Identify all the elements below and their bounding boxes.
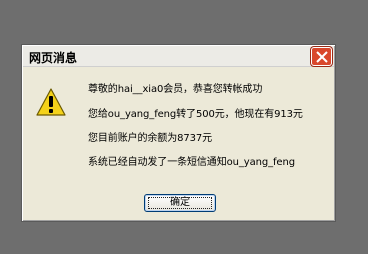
message-line-2: 您给ou_yang_feng转了500元，他现在有913元 bbox=[88, 109, 303, 120]
message-line-1: 尊敬的hai__xia0会员，恭喜您转帐成功 bbox=[88, 84, 263, 95]
message-line-3: 您目前账户的余额为8737元 bbox=[88, 133, 213, 144]
warning-icon bbox=[36, 88, 66, 116]
dialog-title: 网页消息 bbox=[29, 51, 78, 65]
message-dialog: 网页消息 尊敬的hai__xia0会员，恭喜您转帐成功 您给ou_yang_fe… bbox=[21, 44, 336, 222]
close-button[interactable] bbox=[311, 47, 332, 66]
dialog-titlebar: 网页消息 bbox=[23, 46, 334, 67]
close-icon bbox=[316, 51, 328, 63]
focus-rect bbox=[148, 197, 212, 209]
message-line-4: 系统已经自动发了一条短信通知ou_yang_feng bbox=[88, 157, 295, 168]
ok-button[interactable]: 确定 bbox=[144, 194, 216, 212]
